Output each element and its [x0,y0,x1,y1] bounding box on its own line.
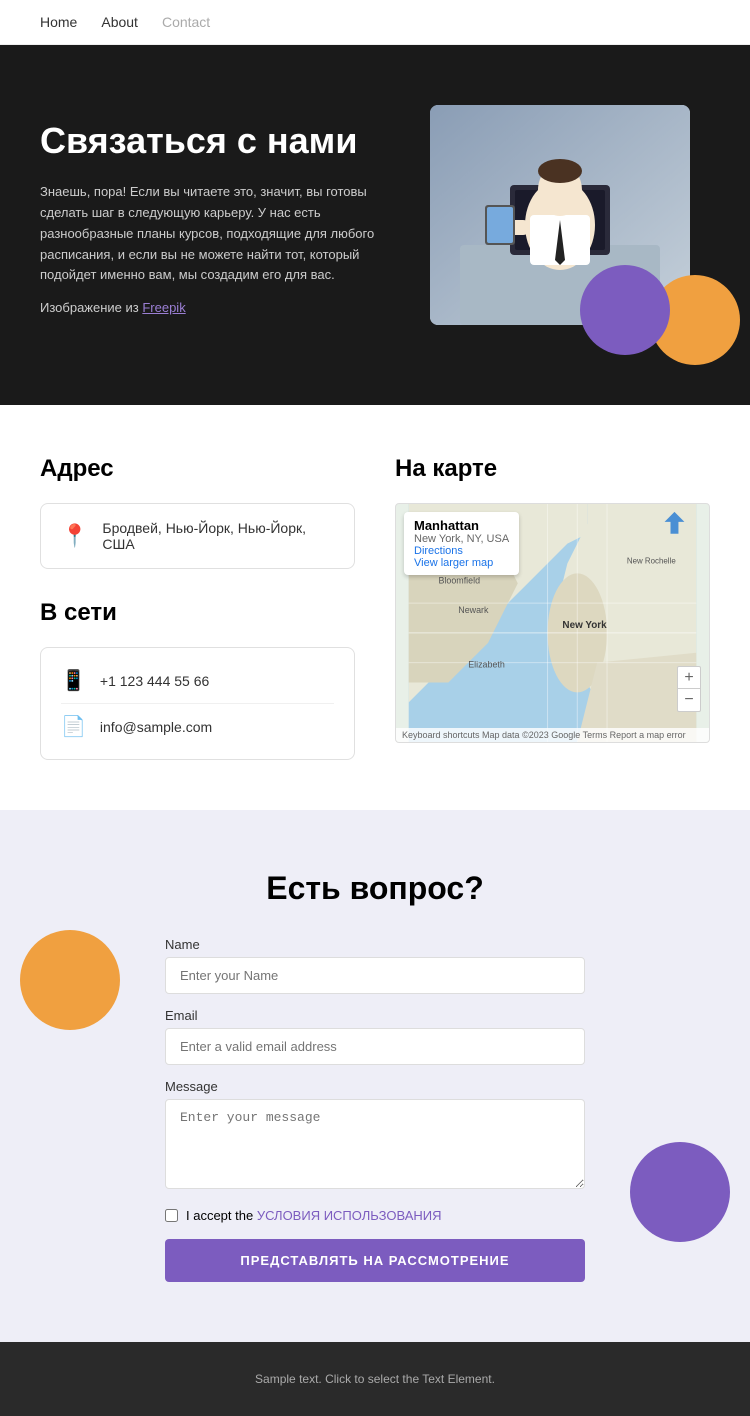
footer-text: Sample text. Click to select the Text El… [255,1372,495,1386]
navigation: Home About Contact [0,0,750,45]
svg-text:Newark: Newark [458,605,489,615]
name-input[interactable] [165,957,585,994]
name-label: Name [165,937,585,952]
contact-section: Адрес 📍 Бродвей, Нью-Йорк, Нью-Йорк, США… [0,405,750,810]
address-box: 📍 Бродвей, Нью-Йорк, Нью-Йорк, США [40,503,355,569]
checkbox-label: I accept the УСЛОВИЯ ИСПОЛЬЗОВАНИЯ [186,1208,442,1223]
svg-text:New Rochelle: New Rochelle [627,557,676,566]
terms-checkbox[interactable] [165,1209,178,1222]
map-directions-link[interactable]: Directions [414,545,509,557]
email-label: Email [165,1008,585,1023]
nav-contact[interactable]: Contact [162,14,210,30]
map-info-box: Manhattan New York, NY, USA Directions V… [404,512,519,575]
email-value: info@sample.com [100,719,212,735]
hero-right [430,105,710,345]
hero-section: Связаться с нами Знаешь, пора! Если вы ч… [0,45,750,405]
svg-text:New York: New York [562,620,607,631]
freepik-link[interactable]: Freepik [142,300,185,315]
map-view-larger-link[interactable]: View larger map [414,557,509,569]
form-container: Name Email Message I accept the УСЛОВИЯ … [165,937,585,1282]
hero-body: Знаешь, пора! Если вы читаете это, значи… [40,182,390,286]
form-circle-purple [630,1142,730,1242]
terms-checkbox-group: I accept the УСЛОВИЯ ИСПОЛЬЗОВАНИЯ [165,1208,585,1223]
hero-circle-purple [580,265,670,355]
map-container: New York Newark Bloomfield Elizabeth New… [395,503,710,743]
message-textarea[interactable] [165,1099,585,1189]
terms-link[interactable]: УСЛОВИЯ ИСПОЛЬЗОВАНИЯ [257,1208,442,1223]
map-zoom-controls[interactable]: + − [677,666,701,712]
email-icon: 📄 [61,714,86,739]
network-title: В сети [40,599,355,627]
hero-left: Связаться с нами Знаешь, пора! Если вы ч… [40,119,390,331]
zoom-in-button[interactable]: + [678,667,700,689]
email-group: Email [165,1008,585,1065]
phone-item: 📱 +1 123 444 55 66 [61,658,334,704]
checkbox-prefix: I accept the [186,1208,257,1223]
nav-about[interactable]: About [101,14,138,30]
email-input[interactable] [165,1028,585,1065]
svg-text:Elizabeth: Elizabeth [468,660,505,670]
phone-icon: 📱 [61,668,86,693]
submit-button[interactable]: ПРЕДСТАВЛЯТЬ НА РАССМОТРЕНИЕ [165,1239,585,1282]
message-group: Message [165,1079,585,1194]
name-group: Name [165,937,585,994]
hero-credit: Изображение из Freepik [40,298,390,319]
network-box: 📱 +1 123 444 55 66 📄 info@sample.com [40,647,355,760]
message-label: Message [165,1079,585,1094]
zoom-out-button[interactable]: − [678,689,700,711]
map-city: Manhattan [414,518,509,533]
address-value: Бродвей, Нью-Йорк, Нью-Йорк, США [102,520,334,552]
phone-value: +1 123 444 55 66 [100,673,209,689]
svg-text:Bloomfield: Bloomfield [438,575,480,585]
address-title: Адрес [40,455,355,483]
map-footer: Keyboard shortcuts Map data ©2023 Google… [396,728,709,742]
form-circle-orange [20,930,120,1030]
form-title: Есть вопрос? [40,870,710,907]
hero-title: Связаться с нами [40,119,390,162]
map-state: New York, NY, USA [414,533,509,545]
form-section: Есть вопрос? Name Email Message I accept… [0,810,750,1342]
contact-right: На карте [395,455,710,760]
footer: Sample text. Click to select the Text El… [0,1342,750,1416]
email-item: 📄 info@sample.com [61,704,334,749]
nav-home[interactable]: Home [40,14,77,30]
map-title: На карте [395,455,710,483]
contact-left: Адрес 📍 Бродвей, Нью-Йорк, Нью-Йорк, США… [40,455,355,760]
hero-credit-prefix: Изображение из [40,300,142,315]
location-icon: 📍 [61,523,88,549]
